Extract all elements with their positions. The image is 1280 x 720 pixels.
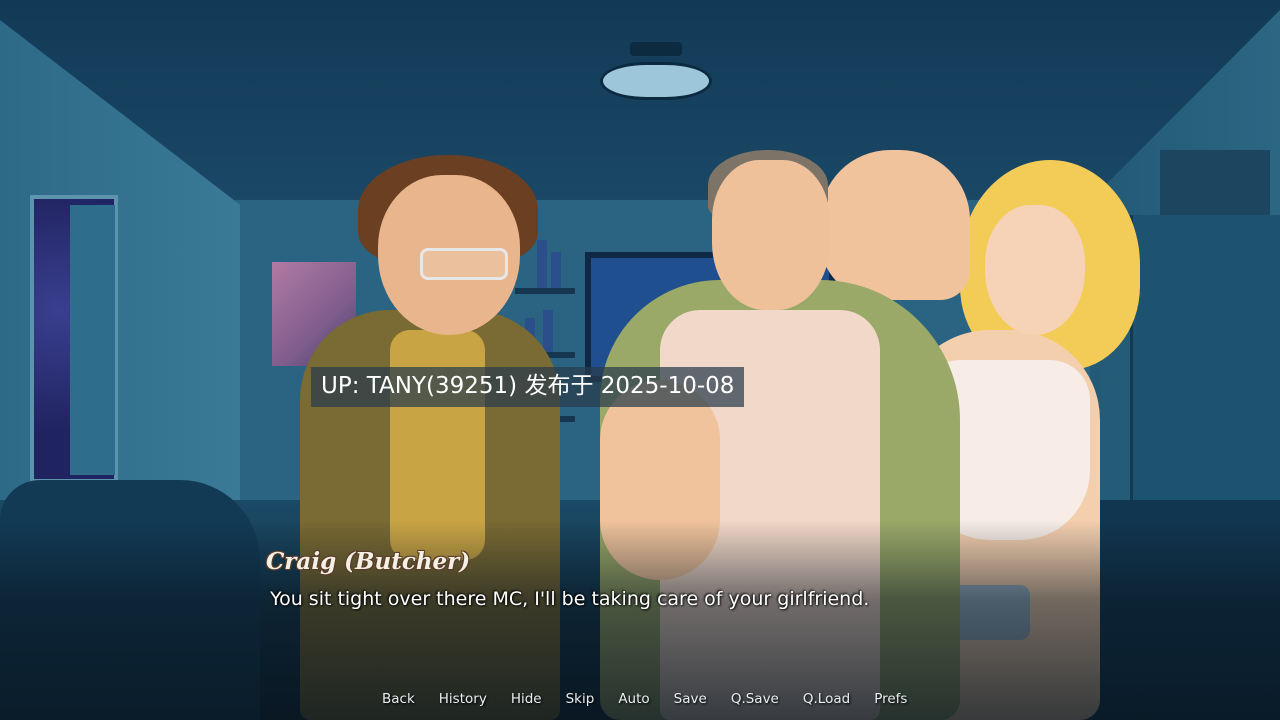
wardrobe — [1130, 215, 1280, 505]
book — [543, 310, 553, 352]
hide-button[interactable]: Hide — [499, 688, 554, 712]
history-button[interactable]: History — [427, 688, 499, 712]
save-button[interactable]: Save — [662, 688, 719, 712]
book — [551, 252, 561, 288]
window-curtain — [70, 205, 115, 475]
shelf-board — [515, 288, 575, 294]
character-mc-glasses — [420, 248, 508, 280]
back-button[interactable]: Back — [370, 688, 427, 712]
quick-save-button[interactable]: Q.Save — [719, 688, 791, 712]
lamp-shade — [600, 62, 712, 100]
character-girl-face — [985, 205, 1085, 335]
speaker-name: Craig (Butcher) — [266, 548, 471, 575]
game-screen[interactable]: UP: TANY(39251) 发布于 2025-10-08 Craig (Bu… — [0, 0, 1280, 720]
skip-button[interactable]: Skip — [554, 688, 607, 712]
uploader-watermark: UP: TANY(39251) 发布于 2025-10-08 — [311, 367, 745, 407]
storage-boxes — [1160, 150, 1270, 220]
dialogue-text: You sit tight over there MC, I'll be tak… — [270, 588, 870, 610]
character-butcher-raised-arm — [820, 150, 970, 300]
book — [537, 240, 547, 288]
auto-button[interactable]: Auto — [606, 688, 661, 712]
quick-load-button[interactable]: Q.Load — [791, 688, 862, 712]
character-butcher-head — [712, 160, 830, 310]
prefs-button[interactable]: Prefs — [862, 688, 919, 712]
quick-menu: Back History Hide Skip Auto Save Q.Save … — [370, 688, 919, 712]
lamp-mount — [630, 42, 682, 56]
ceiling-lamp — [600, 42, 712, 102]
